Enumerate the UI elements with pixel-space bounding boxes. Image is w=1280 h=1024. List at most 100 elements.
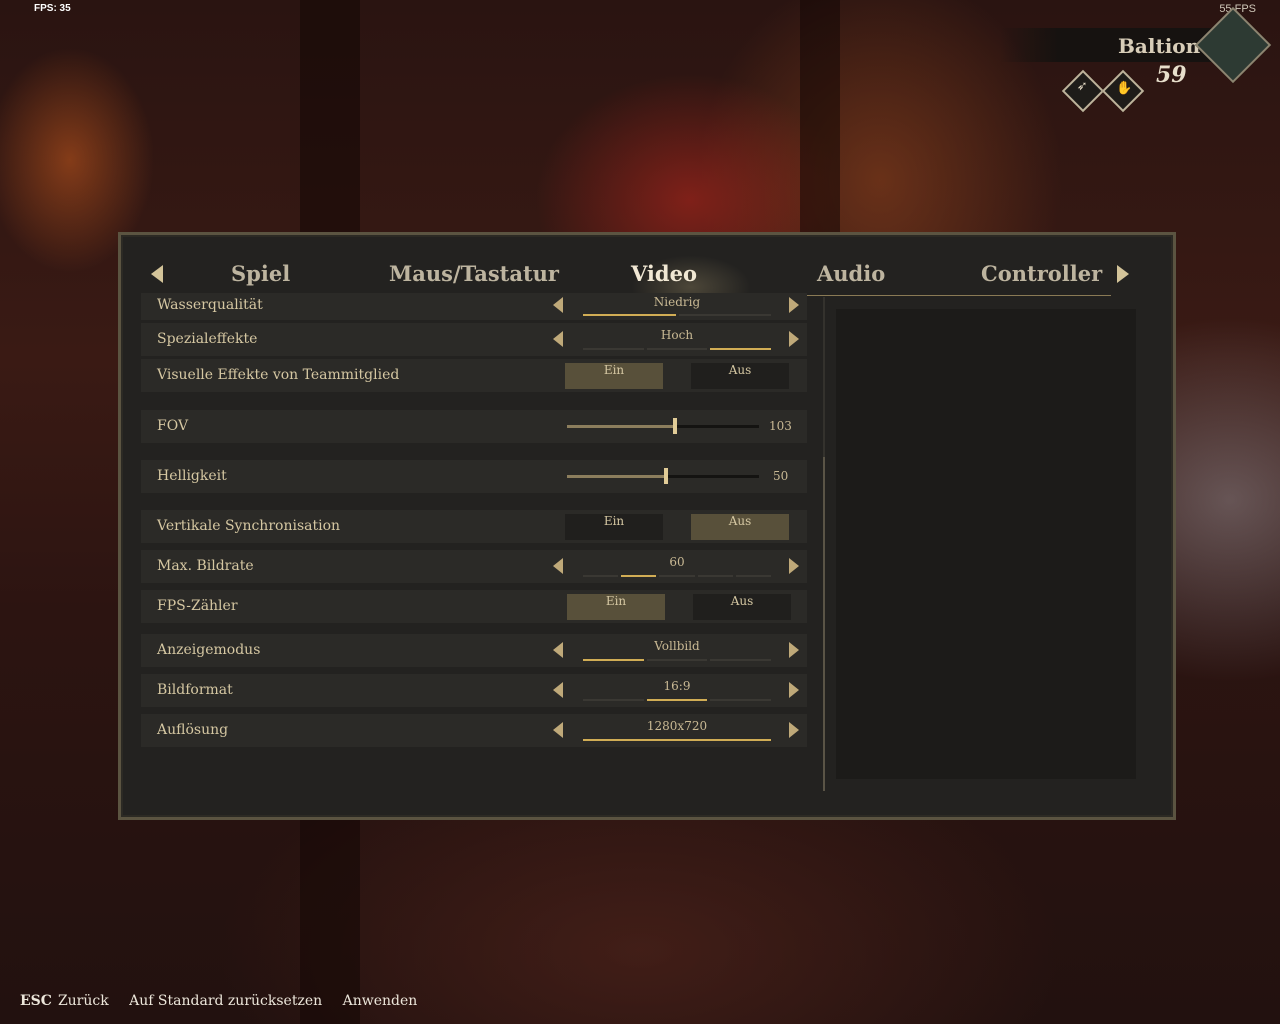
setting-brightness: Helligkeit 50 xyxy=(141,460,807,493)
slider-handle[interactable] xyxy=(664,468,668,484)
setting-label: Auflösung xyxy=(157,722,229,738)
prev-arrow-icon[interactable] xyxy=(553,558,563,574)
setting-value: 60 xyxy=(669,555,685,569)
tab-prev-arrow-icon[interactable] xyxy=(151,265,163,283)
setting-fps-counter: FPS-Zähler Ein Aus xyxy=(141,590,807,623)
brightness-slider[interactable] xyxy=(567,468,759,484)
fps-overlay: FPS: 35 xyxy=(34,3,71,14)
level-segment xyxy=(583,699,644,701)
background-beam xyxy=(800,0,840,240)
setting-label: Helligkeit xyxy=(157,468,227,484)
setting-value: Vollbild xyxy=(654,639,700,653)
next-arrow-icon[interactable] xyxy=(789,297,799,313)
toggle-on-button[interactable]: Ein xyxy=(567,594,665,620)
hand-icon: ✋ xyxy=(1101,69,1145,113)
level-segment xyxy=(583,575,619,577)
tab-spiel[interactable]: Spiel xyxy=(231,261,290,286)
level-segment xyxy=(659,575,695,577)
setting-label: Visuelle Effekte von Teammitglied xyxy=(157,367,400,383)
level-segment xyxy=(583,314,676,316)
setting-value: Hoch xyxy=(660,328,694,342)
setting-label: Max. Bildrate xyxy=(157,558,254,574)
setting-value: 1280x720 xyxy=(646,719,708,733)
fov-slider[interactable] xyxy=(567,418,759,434)
eagle-icon: ➶ xyxy=(1061,69,1105,113)
back-label: Zurück xyxy=(57,993,109,1009)
level-indicator xyxy=(583,739,771,741)
setting-label: Wasserqualität xyxy=(157,297,263,313)
tab-audio[interactable]: Audio xyxy=(817,261,885,286)
level-segment xyxy=(710,659,772,661)
slider-value: 50 xyxy=(773,469,789,483)
next-arrow-icon[interactable] xyxy=(789,331,799,347)
setting-label: Vertikale Synchronisation xyxy=(157,518,341,534)
level-indicator xyxy=(583,699,772,701)
next-arrow-icon[interactable] xyxy=(789,642,799,658)
tab-controller[interactable]: Controller xyxy=(981,261,1102,286)
toggle-on-button[interactable]: Ein xyxy=(565,363,663,389)
setting-label: Spezialeffekte xyxy=(157,331,258,347)
apply-button[interactable]: Anwenden xyxy=(343,993,418,1009)
level-segment xyxy=(646,348,708,350)
toggle-off-button[interactable]: Aus xyxy=(693,594,791,620)
level-segment xyxy=(710,348,772,350)
setting-value: 16:9 xyxy=(663,679,691,693)
setting-max-fps: Max. Bildrate 60 xyxy=(141,550,807,583)
setting-team-vfx: Visuelle Effekte von Teammitglied Ein Au… xyxy=(141,359,807,392)
footer-bar: ESC Zurück Auf Standard zurücksetzen Anwe… xyxy=(20,993,417,1009)
setting-resolution: Auflösung 1280x720 xyxy=(141,714,807,747)
level-indicator xyxy=(583,575,772,577)
scrollbar-thumb[interactable] xyxy=(823,457,825,791)
level-segment xyxy=(697,575,733,577)
level-segment xyxy=(583,348,644,350)
prev-arrow-icon[interactable] xyxy=(553,642,563,658)
level-segment xyxy=(646,659,708,661)
tab-maus-tastatur[interactable]: Maus/Tastatur xyxy=(389,261,559,286)
toggle-off-button[interactable]: Aus xyxy=(691,514,789,540)
setting-label: Bildformat xyxy=(157,682,233,698)
setting-display-mode: Anzeigemodus Vollbild xyxy=(141,634,807,667)
next-arrow-icon[interactable] xyxy=(789,558,799,574)
next-arrow-icon[interactable] xyxy=(789,722,799,738)
setting-water-quality: Wasserqualität Niedrig xyxy=(141,293,807,320)
reset-defaults-button[interactable]: Auf Standard zurücksetzen xyxy=(129,993,322,1009)
level-segment xyxy=(710,699,772,701)
back-button[interactable]: ESC Zurück xyxy=(20,993,109,1009)
slider-fill xyxy=(567,475,665,478)
level-segment xyxy=(621,575,657,577)
setting-label: FPS-Zähler xyxy=(157,598,238,614)
level-segment xyxy=(678,314,771,316)
setting-vsync: Vertikale Synchronisation Ein Aus xyxy=(141,510,807,543)
level-segment xyxy=(583,739,771,741)
next-arrow-icon[interactable] xyxy=(789,682,799,698)
level-segment xyxy=(583,659,644,661)
level-indicator xyxy=(583,659,772,661)
esc-key-label: ESC xyxy=(20,993,52,1009)
toggle-off-button[interactable]: Aus xyxy=(691,363,789,389)
tab-video[interactable]: Video xyxy=(631,261,697,286)
level-indicator xyxy=(583,314,771,316)
slider-value: 103 xyxy=(769,419,792,433)
character-name: Baltion xyxy=(1118,34,1201,58)
setting-special-effects: Spezialeffekte Hoch xyxy=(141,323,807,356)
level-segment xyxy=(646,699,708,701)
toggle-on-button[interactable]: Ein xyxy=(565,514,663,540)
setting-aspect-ratio: Bildformat 16:9 xyxy=(141,674,807,707)
tab-next-arrow-icon[interactable] xyxy=(1117,265,1129,283)
setting-preview-pane xyxy=(836,309,1136,779)
prev-arrow-icon[interactable] xyxy=(553,682,563,698)
settings-panel: Spiel Maus/Tastatur Video Audio Controll… xyxy=(118,232,1176,820)
level-segment xyxy=(735,575,772,577)
class-emblem-icon xyxy=(1194,6,1272,84)
setting-label: Anzeigemodus xyxy=(157,642,261,658)
level-indicator xyxy=(583,348,772,350)
prev-arrow-icon[interactable] xyxy=(553,331,563,347)
character-level: 59 xyxy=(1156,62,1187,88)
slider-handle[interactable] xyxy=(673,418,677,434)
settings-scrollbar[interactable] xyxy=(823,297,825,791)
setting-value: Niedrig xyxy=(653,295,701,309)
slider-fill xyxy=(567,425,675,428)
prev-arrow-icon[interactable] xyxy=(553,722,563,738)
tab-bar: Spiel Maus/Tastatur Video Audio Controll… xyxy=(151,255,1129,296)
prev-arrow-icon[interactable] xyxy=(553,297,563,313)
